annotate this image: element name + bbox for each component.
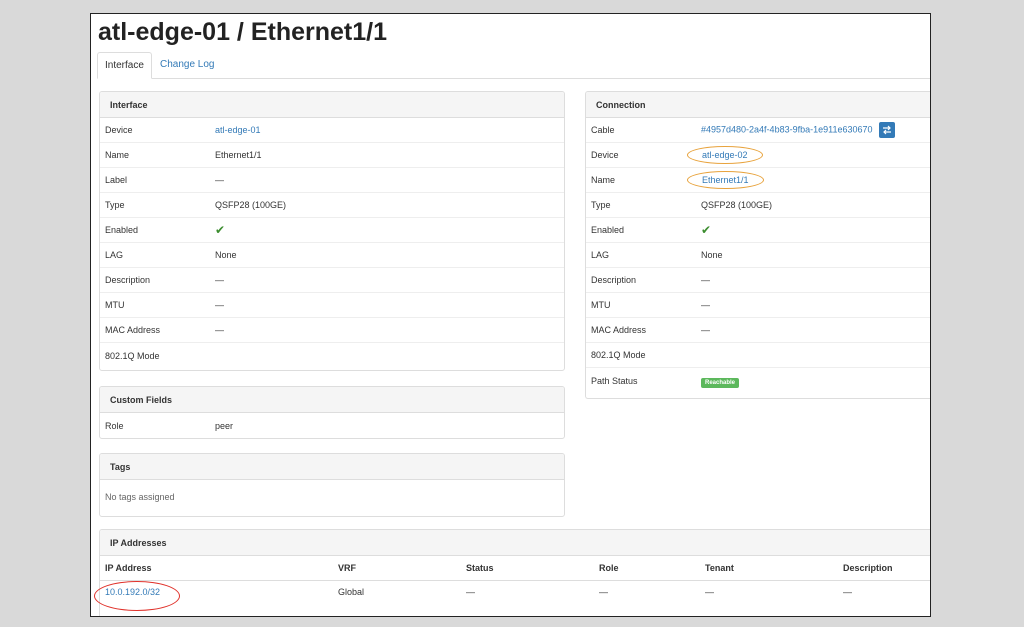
row-key: Path Status [591, 375, 638, 386]
row-value: — [215, 175, 224, 185]
connection-row-mac: MAC Address — [586, 318, 930, 343]
connection-row-type: Type QSFP28 (100GE) [586, 193, 930, 218]
row-key: Description [591, 275, 637, 285]
interface-row-name: Name Ethernet1/1 [100, 143, 564, 168]
ip-addresses-table: IP Address VRF Status Role Tenant Descri… [100, 556, 930, 604]
role-cell: — [599, 587, 608, 598]
tags-empty-text: No tags assigned [105, 492, 175, 502]
row-value: — [215, 275, 224, 285]
interface-panel: Interface Device atl-edge-01 Name Ethern… [99, 91, 565, 371]
row-key: Enabled [591, 225, 625, 235]
row-value: — [701, 300, 710, 310]
row-key: 802.1Q Mode [591, 350, 646, 360]
tags-heading: Tags [100, 454, 564, 480]
row-key: Label [105, 175, 128, 185]
peer-device-link[interactable]: atl-edge-02 [702, 150, 748, 160]
interface-row-description: Description — [100, 268, 564, 293]
connection-row-description: Description — [586, 268, 930, 293]
ip-addresses-panel: IP Addresses IP Address VRF Status Role … [99, 529, 930, 616]
check-icon: ✔ [215, 223, 226, 237]
description-cell: — [843, 587, 852, 598]
row-value: Ethernet1/1 [215, 150, 262, 160]
connection-row-device: Device atl-edge-02 [586, 143, 930, 168]
connection-row-mtu: MTU — [586, 293, 930, 318]
interface-row-device: Device atl-edge-01 [100, 118, 564, 143]
row-key: MTU [105, 300, 125, 310]
custom-fields-heading: Custom Fields [100, 387, 564, 413]
column-header: Tenant [700, 556, 838, 581]
interface-panel-heading: Interface [100, 92, 564, 118]
row-value: QSFP28 (100GE) [701, 200, 773, 210]
row-key: MAC Address [105, 325, 161, 335]
row-value: — [215, 325, 224, 335]
device-link[interactable]: atl-edge-01 [215, 125, 261, 135]
column-header: Role [594, 556, 700, 581]
status-badge: Reachable [701, 377, 740, 388]
custom-field-row-role: Role peer [100, 413, 564, 438]
custom-fields-panel: Custom Fields Role peer [99, 386, 565, 439]
row-key: LAG [591, 250, 610, 260]
interface-row-label: Label — [100, 168, 564, 193]
check-icon: ✔ [701, 223, 712, 237]
row-key: Device [591, 150, 619, 160]
row-value: None [701, 250, 723, 260]
row-key: Enabled [105, 225, 139, 235]
connection-panel: Connection Cable #4957d480-2a4f-4b83-9fb… [585, 91, 930, 399]
tenant-cell: — [705, 587, 714, 598]
trace-cable-button[interactable] [879, 122, 896, 138]
row-key: LAG [105, 250, 124, 260]
row-value: None [215, 250, 237, 260]
row-key: Type [591, 200, 611, 210]
connection-row-enabled: Enabled ✔ [586, 218, 930, 243]
connection-row-lag: LAG None [586, 243, 930, 268]
connection-panel-heading: Connection [586, 92, 930, 118]
page-title: atl-edge-01 / Ethernet1/1 [98, 18, 387, 46]
interface-row-enabled: Enabled ✔ [100, 218, 564, 243]
row-value: — [701, 275, 710, 285]
row-key: Name [591, 175, 616, 185]
interface-row-lag: LAG None [100, 243, 564, 268]
annotation-circle: Ethernet1/1 [687, 171, 764, 189]
table-header-row: IP Address VRF Status Role Tenant Descri… [100, 556, 930, 581]
tab-bar: Interface Change Log [97, 52, 930, 79]
row-value: peer [215, 420, 234, 431]
row-value: — [701, 325, 710, 335]
row-value: QSFP28 (100GE) [215, 200, 287, 210]
cable-link[interactable]: #4957d480-2a4f-4b83-9fba-1e911e630670 [701, 124, 873, 134]
peer-interface-link[interactable]: Ethernet1/1 [702, 175, 749, 185]
row-key: Name [105, 150, 130, 160]
netbox-window: atl-edge-01 / Ethernet1/1 Interface Chan… [90, 13, 931, 617]
interface-row-8021q: 802.1Q Mode [100, 343, 564, 368]
row-key: Device [105, 125, 133, 135]
row-key: Role [105, 420, 124, 431]
annotation-circle: atl-edge-02 [687, 146, 763, 164]
tab-interface[interactable]: Interface [97, 52, 152, 79]
connection-row-name: Name Ethernet1/1 [586, 168, 930, 193]
column-header: VRF [333, 556, 461, 581]
row-key: MAC Address [591, 325, 647, 335]
connection-row-8021q: 802.1Q Mode [586, 343, 930, 368]
connection-row-path-status: Path Status Reachable [586, 368, 930, 393]
interface-row-type: Type QSFP28 (100GE) [100, 193, 564, 218]
vrf-cell: Global [338, 587, 365, 598]
connection-row-cable: Cable #4957d480-2a4f-4b83-9fba-1e911e630… [586, 118, 930, 143]
row-key: Cable [591, 125, 615, 135]
swap-icon [883, 125, 892, 135]
ip-addresses-heading: IP Addresses [100, 530, 930, 556]
row-key: MTU [591, 300, 611, 310]
table-row: 10.0.192.0/32 Global — — — — [100, 580, 930, 604]
row-value: — [215, 300, 224, 310]
row-key: Description [105, 275, 151, 285]
column-header: Status [461, 556, 594, 581]
tags-panel: Tags No tags assigned [99, 453, 565, 517]
row-key: Type [105, 200, 125, 210]
tab-change-log[interactable]: Change Log [153, 52, 222, 79]
column-header: Description [838, 556, 930, 581]
interface-row-mtu: MTU — [100, 293, 564, 318]
status-cell: — [466, 587, 475, 598]
interface-row-mac: MAC Address — [100, 318, 564, 343]
annotation-circle-red [94, 581, 180, 611]
column-header: IP Address [100, 556, 333, 581]
row-key: 802.1Q Mode [105, 350, 160, 361]
